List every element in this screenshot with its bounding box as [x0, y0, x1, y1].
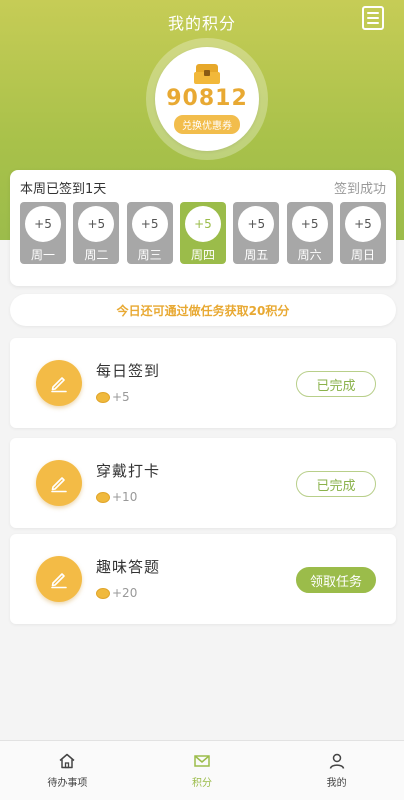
day-reward: +5 — [184, 206, 221, 242]
tab-todo[interactable]: 待办事项 — [27, 752, 107, 789]
day-sat[interactable]: +5 周六 — [286, 202, 333, 264]
day-reward: +5 — [25, 206, 61, 242]
claim-task-button[interactable]: 领取任务 — [296, 567, 376, 593]
user-icon — [329, 753, 344, 769]
task-completed-button[interactable]: 已完成 — [296, 371, 376, 397]
day-thu[interactable]: +5 周四 — [179, 202, 226, 264]
mail-icon — [194, 755, 210, 767]
pencil-icon — [36, 556, 82, 602]
task-card-daily-checkin: 每日签到 +5 已完成 — [10, 338, 396, 428]
day-label: 周三 — [137, 248, 162, 262]
redeem-coupon-button[interactable]: 兑换优惠券 — [174, 115, 240, 134]
day-tue[interactable]: +5 周二 — [73, 202, 120, 264]
day-reward: +5 — [291, 206, 328, 242]
task-reward-value: +20 — [112, 586, 138, 600]
day-reward: +5 — [238, 206, 275, 242]
tab-points[interactable]: 积分 — [162, 752, 242, 789]
weekly-checkin-card: 本周已签到1天 签到成功 +5 周一 +5 周二 +5 周三 +5 周四 +5 … — [10, 170, 396, 286]
day-label: 周日 — [350, 248, 375, 262]
checkin-status: 签到成功 — [333, 182, 386, 197]
task-reward-value: +5 — [112, 390, 130, 404]
task-reward-value: +10 — [112, 490, 138, 504]
treasure-chest-icon — [194, 64, 220, 84]
task-name: 趣味答题 — [96, 558, 161, 576]
task-name: 穿戴打卡 — [96, 462, 161, 480]
tab-label: 积分 — [191, 778, 212, 789]
weekly-checkin-title: 本周已签到1天 — [20, 182, 107, 197]
coin-icon — [96, 587, 110, 599]
task-completed-button[interactable]: 已完成 — [296, 471, 376, 497]
day-reward: +5 — [344, 206, 381, 242]
task-reward: +5 — [96, 390, 130, 404]
page-title: 我的积分 — [167, 14, 236, 33]
tab-label: 待办事项 — [47, 778, 88, 789]
task-card-wear-checkin: 穿戴打卡 +10 已完成 — [10, 438, 396, 528]
day-wed[interactable]: +5 周三 — [126, 202, 173, 264]
menu-icon[interactable] — [362, 6, 384, 30]
day-label: 周四 — [190, 248, 215, 262]
task-reward: +10 — [96, 490, 137, 504]
task-name: 每日签到 — [96, 362, 161, 380]
day-reward: +5 — [131, 206, 168, 242]
coin-icon — [96, 391, 110, 403]
coin-icon — [96, 491, 110, 503]
day-label: 周五 — [244, 248, 269, 262]
tab-mine[interactable]: 我的 — [297, 752, 377, 789]
day-label: 周二 — [84, 248, 109, 262]
task-tip-banner: 今日还可通过做任务获取20积分 — [10, 294, 396, 326]
pencil-icon — [36, 460, 82, 506]
points-circle: 90812 兑换优惠券 — [155, 47, 259, 151]
task-reward: +20 — [96, 586, 137, 600]
bottom-tab-bar: 待办事项 积分 我的 — [0, 740, 404, 800]
weekday-list: +5 周一 +5 周二 +5 周三 +5 周四 +5 周五 +5 周六 +5 周… — [20, 202, 386, 264]
pencil-icon — [36, 360, 82, 406]
tab-label: 我的 — [326, 778, 347, 789]
task-card-quiz: 趣味答题 +20 领取任务 — [10, 534, 396, 624]
day-fri[interactable]: +5 周五 — [233, 202, 280, 264]
day-mon[interactable]: +5 周一 — [20, 202, 66, 264]
points-ring: 90812 兑换优惠券 — [146, 38, 268, 160]
day-label: 周一 — [30, 248, 55, 262]
points-value: 90812 — [166, 86, 248, 111]
day-sun[interactable]: +5 周日 — [339, 202, 386, 264]
home-icon — [59, 753, 75, 769]
day-reward: +5 — [78, 206, 115, 242]
day-label: 周六 — [297, 248, 322, 262]
